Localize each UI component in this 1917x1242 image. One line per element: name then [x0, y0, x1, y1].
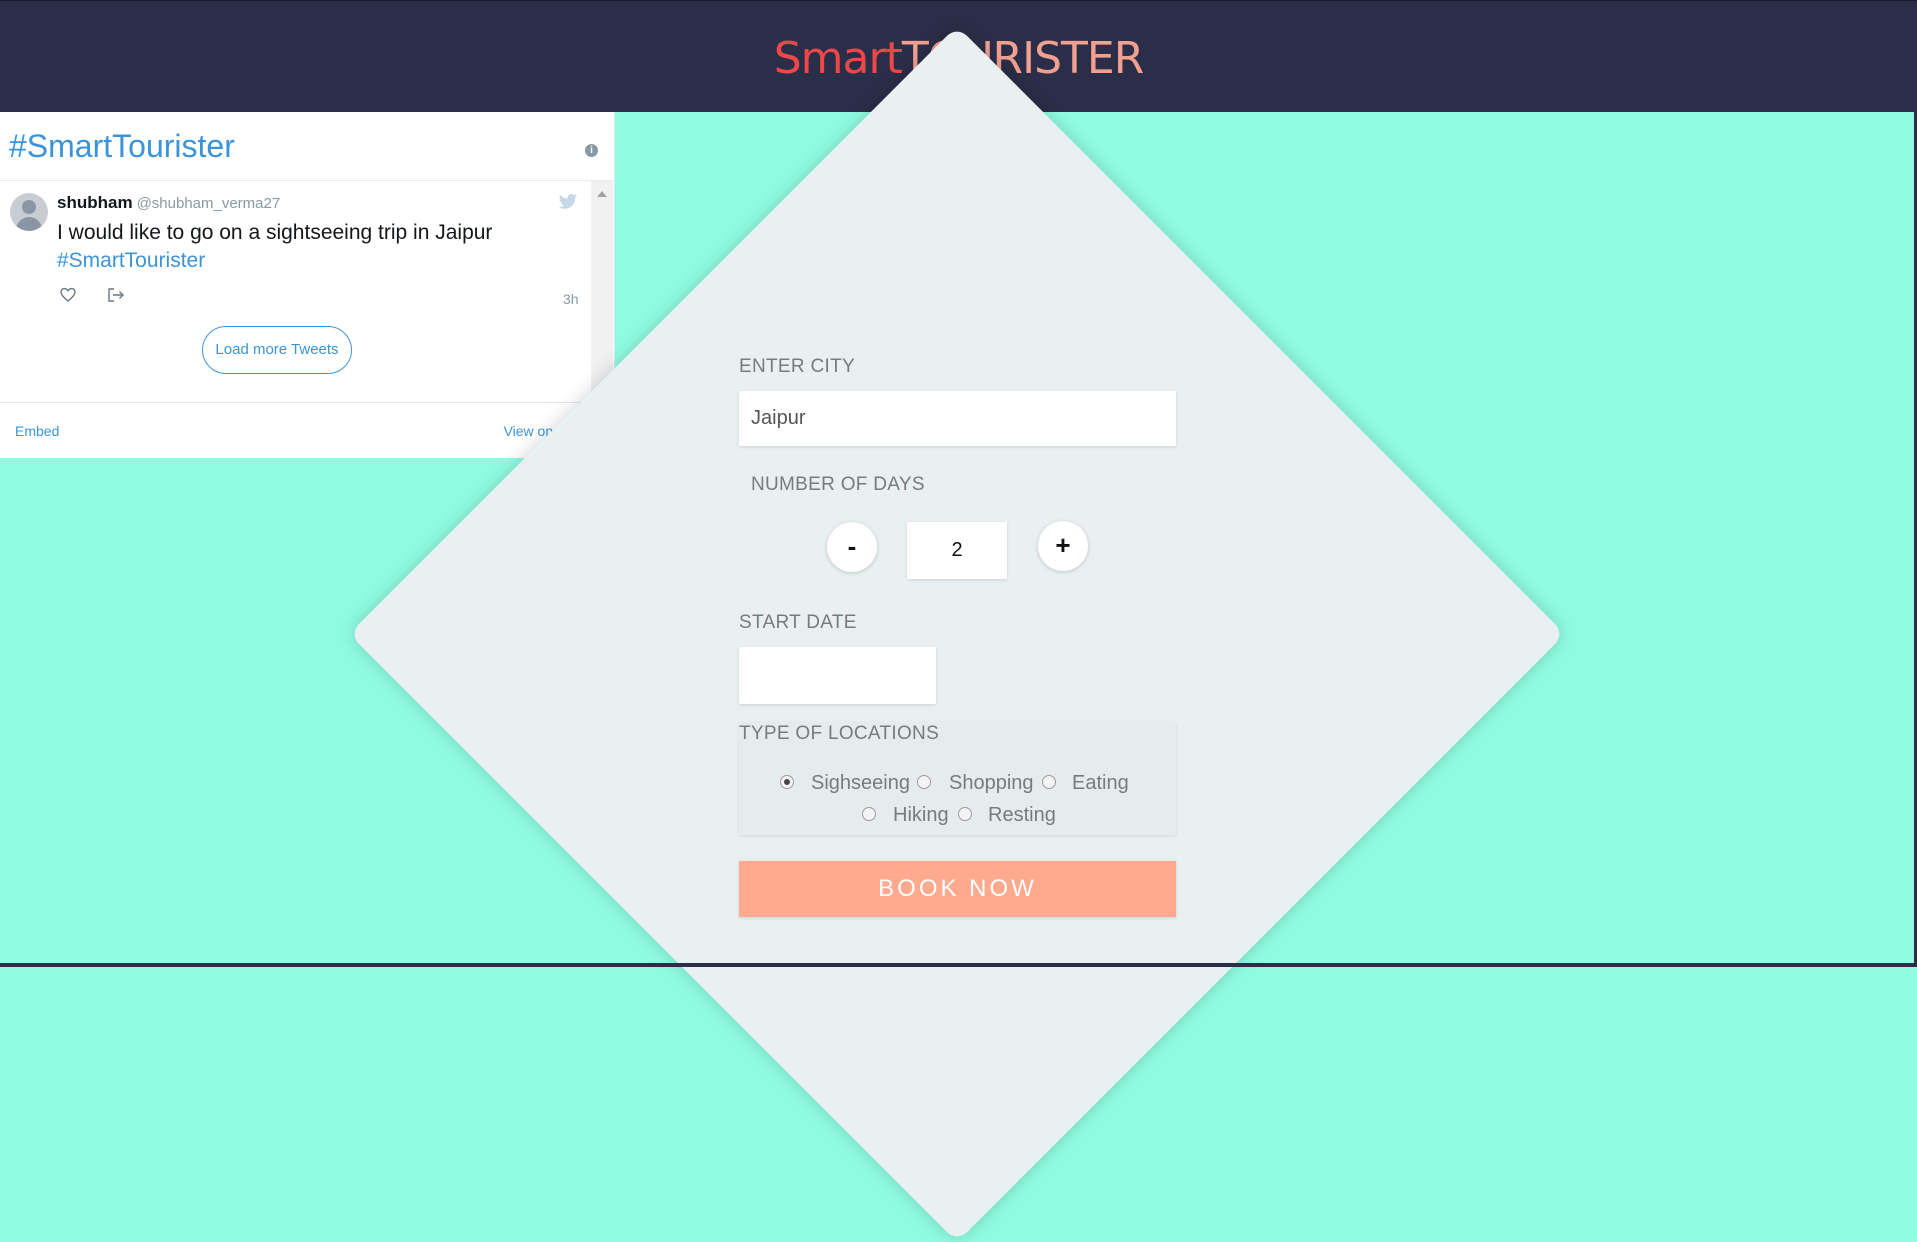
radio-sighseeing[interactable] — [780, 775, 794, 789]
radio-label-sighseeing[interactable]: Sighseeing — [811, 772, 910, 795]
radio-label-resting[interactable]: Resting — [988, 804, 1056, 827]
tweet-author-handle[interactable]: @shubham_verma27 — [137, 195, 281, 212]
twitter-widget-header: #SmartTourister i — [0, 112, 614, 181]
tweet-author[interactable]: shubham @shubham_verma27 — [57, 193, 280, 213]
tweet-author-name[interactable]: shubham — [57, 193, 133, 212]
tweet-feed-scrollbar[interactable] — [591, 181, 613, 401]
city-input[interactable]: Jaipur — [739, 391, 1176, 446]
twitter-widget-title[interactable]: #SmartTourister — [9, 128, 235, 165]
tweet-text: I would like to go on a sightseeing trip… — [57, 219, 577, 275]
city-input-value: Jaipur — [751, 407, 806, 429]
radio-eating[interactable] — [1042, 775, 1056, 789]
location-type-group: TYPE OF LOCATIONS Sighseeing Shopping Ea… — [739, 722, 1176, 835]
start-date-input[interactable] — [739, 647, 936, 704]
brand-smart: Smart — [773, 33, 903, 84]
twitter-bird-icon[interactable] — [558, 193, 578, 211]
tweet-body: I would like to go on a sightseeing trip… — [57, 221, 493, 244]
start-date-label: START DATE — [739, 612, 857, 633]
radio-hiking[interactable] — [862, 807, 876, 821]
twitter-timeline-widget: #SmartTourister i shubham @shubham_verma2… — [0, 112, 615, 458]
tweet-hashtag-link[interactable]: #SmartTourister — [57, 247, 577, 275]
decrease-days-button[interactable]: - — [827, 522, 877, 572]
location-type-label: TYPE OF LOCATIONS — [739, 723, 940, 744]
scroll-up-arrow-icon[interactable] — [597, 191, 607, 197]
twitter-widget-footer: Embed View on Twitter — [0, 402, 614, 459]
days-label: NUMBER OF DAYS — [751, 474, 925, 495]
days-value[interactable]: 2 — [907, 522, 1007, 579]
tweet-timestamp[interactable]: 3h — [563, 291, 579, 307]
radio-label-hiking[interactable]: Hiking — [893, 804, 949, 827]
load-more-tweets-button[interactable]: Load more Tweets — [202, 326, 352, 374]
radio-label-eating[interactable]: Eating — [1072, 772, 1129, 795]
tweet-feed: shubham @shubham_verma27 I would like to … — [0, 181, 590, 401]
book-now-button[interactable]: BOOK NOW — [739, 861, 1176, 917]
city-label: ENTER CITY — [739, 356, 855, 377]
avatar[interactable] — [10, 193, 48, 231]
increase-days-button[interactable]: + — [1038, 521, 1088, 571]
share-icon[interactable] — [107, 287, 125, 303]
radio-label-shopping[interactable]: Shopping — [949, 772, 1034, 795]
heart-icon[interactable] — [60, 287, 76, 303]
window-bottom-edge — [0, 963, 1917, 967]
radio-shopping[interactable] — [917, 775, 931, 789]
info-icon[interactable]: i — [585, 144, 598, 157]
radio-resting[interactable] — [958, 807, 972, 821]
embed-link[interactable]: Embed — [15, 423, 59, 439]
